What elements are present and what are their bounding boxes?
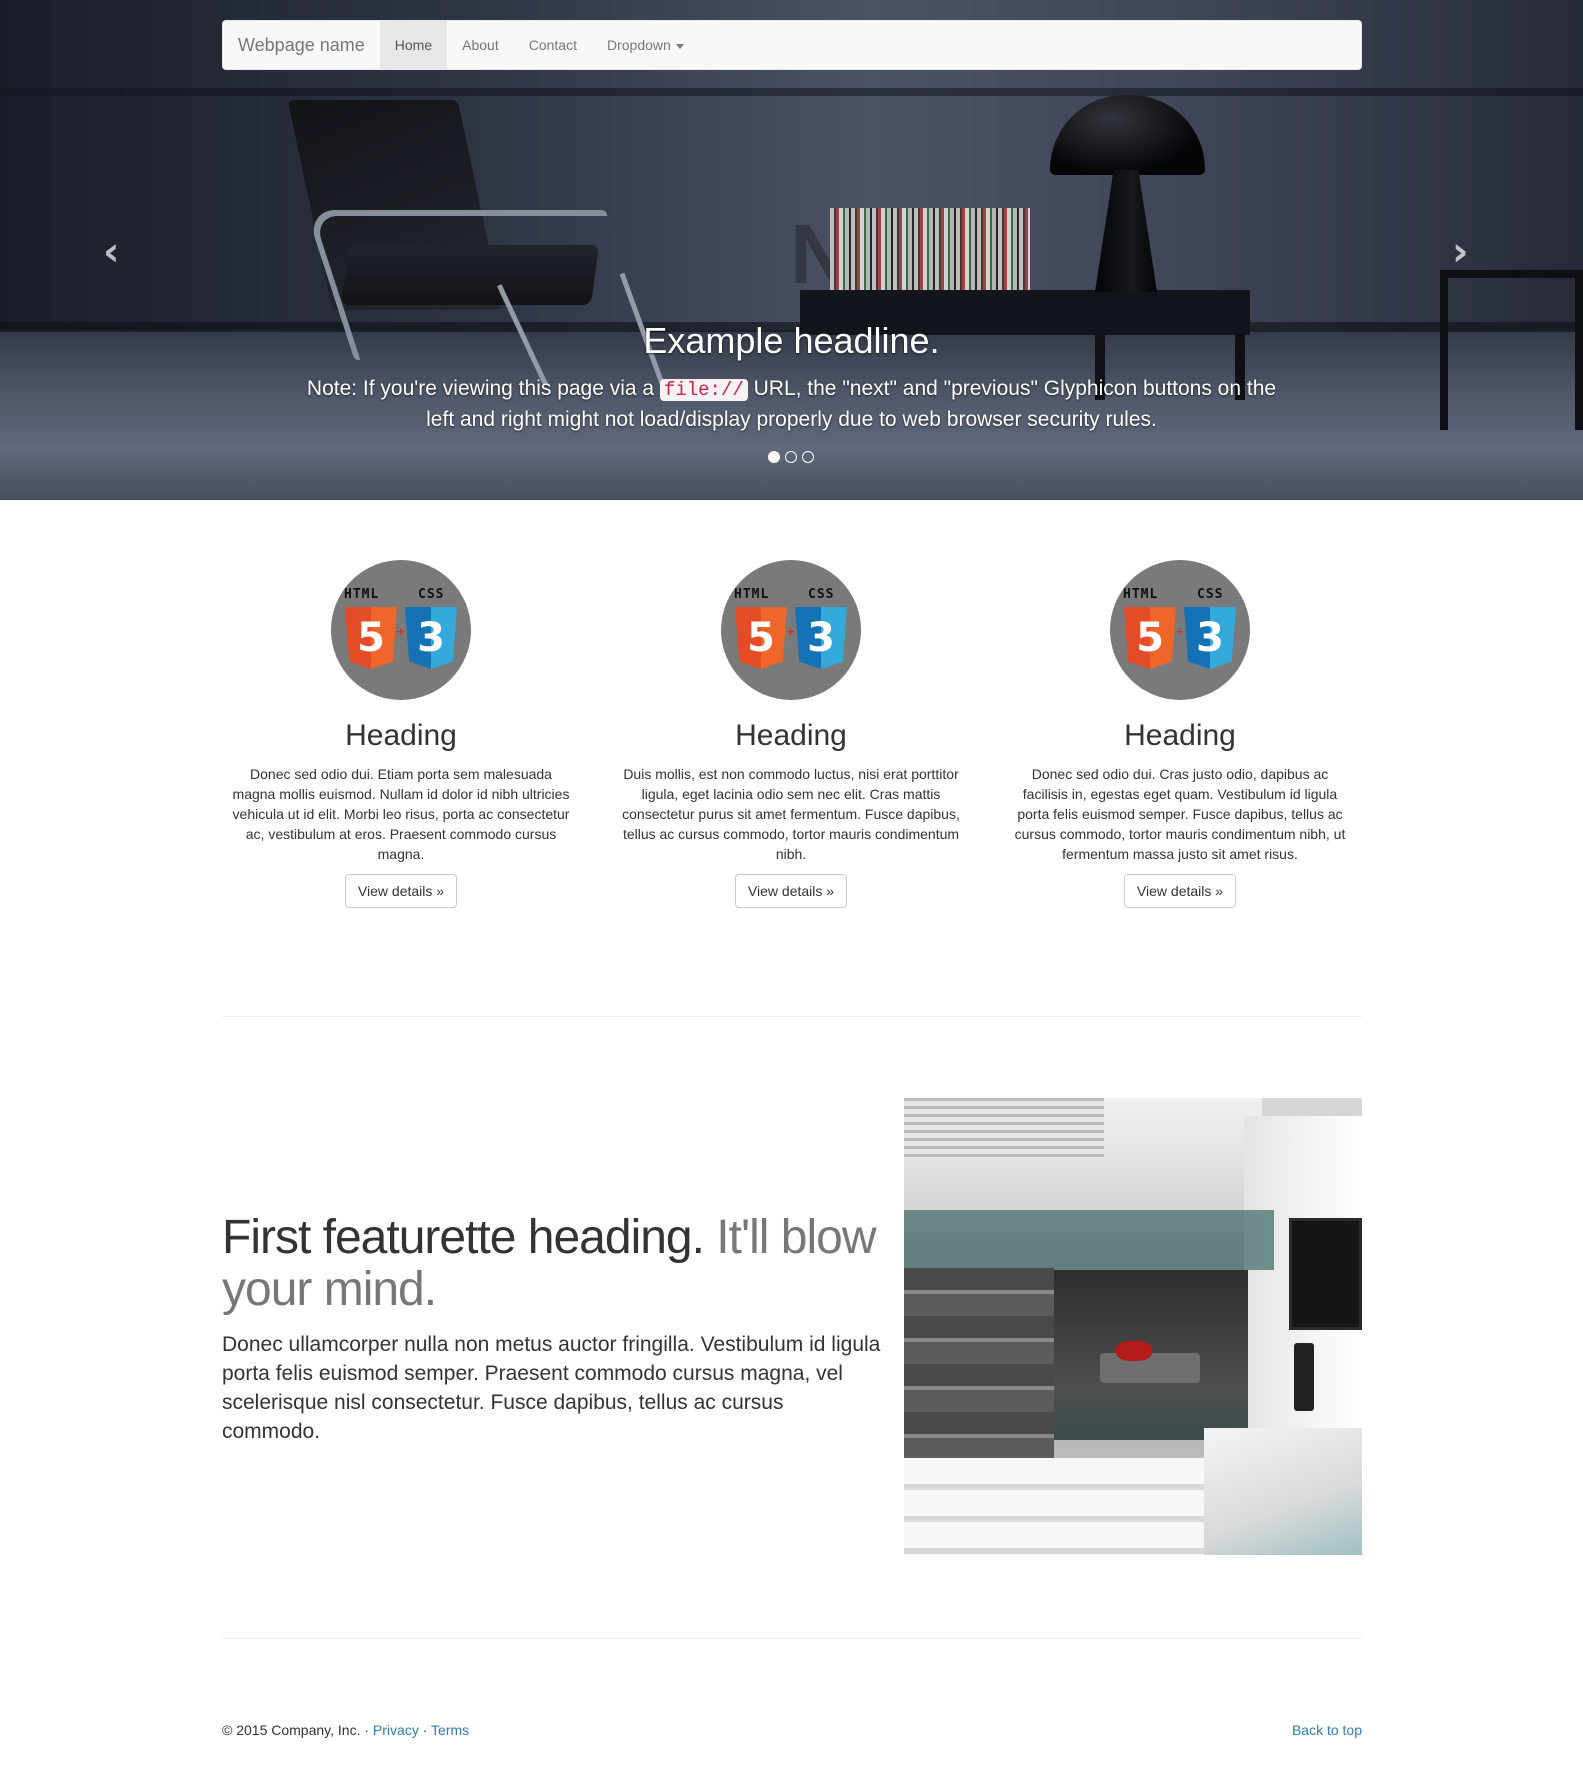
featurette-heading-main: First featurette heading. [222, 1211, 705, 1264]
featurette-lead: Donec ullamcorper nulla non metus auctor… [222, 1333, 881, 1443]
html5-css3-badge-image: HTML CSS 5 + 3 [331, 560, 471, 700]
back-to-top-link[interactable]: Back to top [1292, 1722, 1362, 1738]
carousel-indicator-2[interactable] [785, 451, 797, 463]
interior-tv-image [1289, 1218, 1362, 1330]
badge-label: CSS [1197, 587, 1224, 602]
carousel-note: Note: If you're viewing this page via a … [300, 374, 1283, 434]
caret-down-icon [675, 43, 684, 49]
badge-label: HTML [1123, 587, 1159, 602]
html5-shield-icon: 5 [345, 607, 397, 669]
column-text: Donec sed odio dui. Cras justo odio, dap… [1014, 766, 1346, 862]
view-details-button[interactable]: View details » [734, 874, 848, 908]
carousel: N ‹ › Example headline. Note: If you're … [0, 0, 1583, 500]
divider [222, 1638, 1362, 1639]
css3-shield-icon: 3 [795, 607, 847, 669]
html5-css3-badge-image: HTML CSS 5 + 3 [1110, 560, 1250, 700]
badge-label: HTML [734, 587, 770, 602]
privacy-link[interactable]: Privacy [373, 1722, 419, 1738]
plus-icon: + [396, 625, 406, 638]
terms-link[interactable]: Terms [431, 1722, 469, 1738]
interior-pillow-image [1116, 1341, 1152, 1361]
footer-back-to-top: Back to top [1290, 1720, 1362, 1740]
nav-item-dropdown[interactable]: Dropdown [592, 21, 699, 69]
carousel-caption: Example headline. Note: If you're viewin… [300, 318, 1283, 434]
column-heading: Heading [345, 719, 457, 752]
nav-item-about[interactable]: About [447, 21, 514, 69]
footer-separator: · [418, 1722, 432, 1738]
featurette-heading: First featurette heading. It'll blow you… [222, 1212, 882, 1316]
carousel-note-code: file:// [659, 379, 748, 401]
css3-shield-icon: 3 [1184, 607, 1236, 669]
chevron-left-icon[interactable]: ‹ [103, 232, 119, 272]
interior-sofa-image [1100, 1353, 1200, 1383]
interior-floor-image [1204, 1428, 1362, 1555]
footer-separator: · [360, 1722, 373, 1738]
interior-speaker-image [1294, 1343, 1314, 1411]
carousel-note-text: Note: If you're viewing this page via a [306, 377, 660, 400]
column-text: Duis mollis, est non commodo luctus, nis… [622, 766, 960, 862]
plus-icon: + [1175, 625, 1185, 638]
interior-blinds-image [904, 1098, 1104, 1158]
chevron-right-icon[interactable]: › [1452, 232, 1468, 272]
css3-shield-icon: 3 [405, 607, 457, 669]
marketing-column: HTML CSS 5 + 3 Heading Donec sed odio du… [221, 560, 581, 908]
footer-copyright: © 2015 Company, Inc. · Privacy · Terms [222, 1720, 469, 1740]
interior-steps-image [904, 1458, 1204, 1555]
nav-item-home[interactable]: Home [379, 21, 448, 69]
badge-label: CSS [418, 587, 445, 602]
carousel-indicator-3[interactable] [802, 451, 814, 463]
featurette-image [904, 1098, 1362, 1555]
badge-label: CSS [808, 587, 835, 602]
interior-glass-railing-image [904, 1210, 1274, 1270]
column-heading: Heading [1124, 719, 1236, 752]
nav-item-dropdown-label: Dropdown [606, 37, 671, 53]
badge-label: HTML [344, 587, 380, 602]
marketing-column: HTML CSS 5 + 3 Heading Donec sed odio du… [1000, 560, 1360, 908]
html5-shield-icon: 5 [735, 607, 787, 669]
html5-shield-icon: 5 [1124, 607, 1176, 669]
view-details-button[interactable]: View details » [344, 874, 458, 908]
copyright-text: © 2015 Company, Inc. [222, 1722, 361, 1738]
carousel-headline: Example headline. [643, 320, 940, 361]
view-details-button[interactable]: View details » [1123, 874, 1237, 908]
divider [222, 1016, 1362, 1017]
html5-css3-badge-image: HTML CSS 5 + 3 [721, 560, 861, 700]
carousel-indicators [768, 451, 814, 467]
plus-icon: + [786, 625, 796, 638]
carousel-indicator-1[interactable] [768, 451, 780, 463]
nav-item-contact[interactable]: Contact [514, 21, 592, 69]
navbar: Webpage name Home About Contact Dropdown [222, 20, 1362, 70]
column-heading: Heading [735, 719, 847, 752]
navbar-brand[interactable]: Webpage name [223, 21, 380, 69]
marketing-column: HTML CSS 5 + 3 Heading Duis mollis, est … [611, 560, 971, 908]
column-text: Donec sed odio dui. Etiam porta sem male… [232, 766, 570, 862]
featurette-text: First featurette heading. It'll blow you… [222, 1212, 882, 1446]
